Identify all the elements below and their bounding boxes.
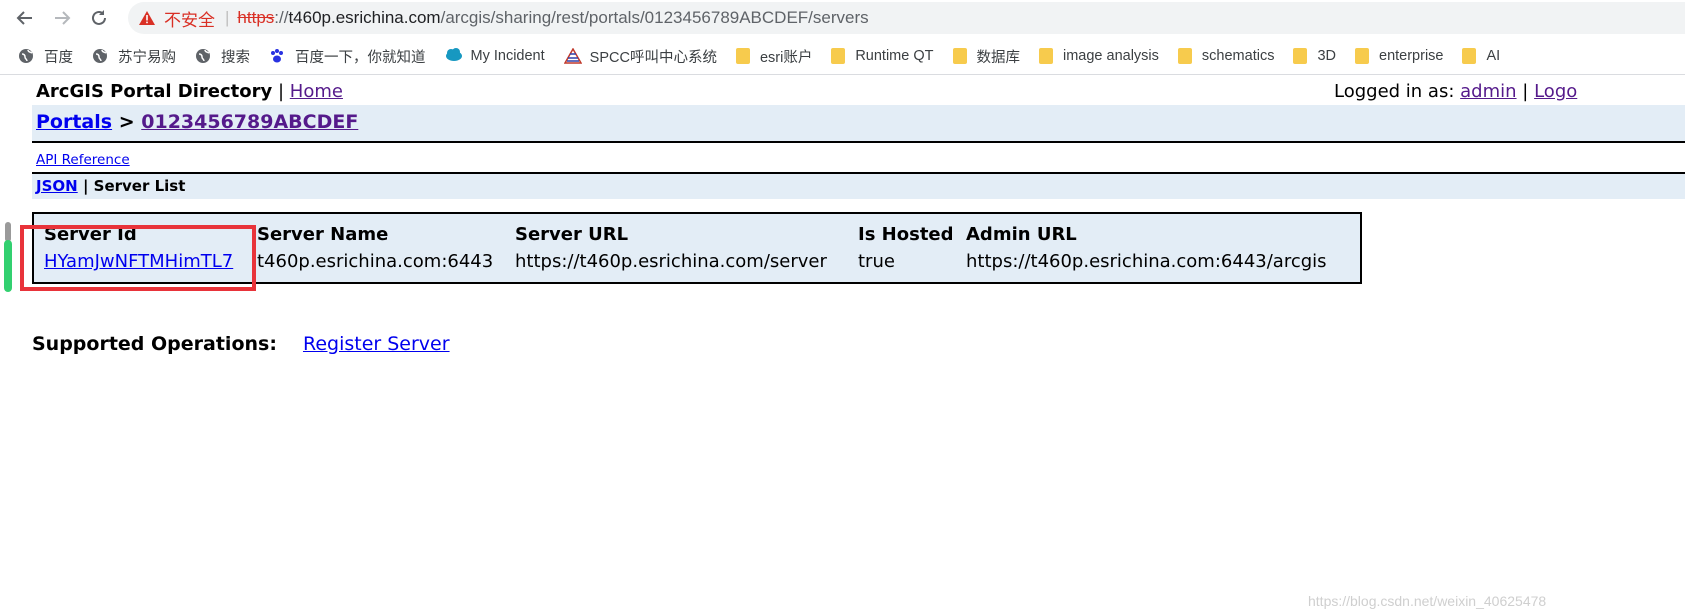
folder-icon [1462,48,1477,64]
reload-button[interactable] [87,6,111,30]
salesforce-cloud-icon [445,48,462,64]
breadcrumb-bar: Portals > 0123456789ABCDEF [32,105,1685,143]
bookmark-item[interactable]: esri账户 [735,46,813,67]
supported-operations: Supported Operations: Register Server [32,333,450,355]
bookmark-label: image analysis [1063,48,1159,64]
globe-icon [92,48,108,64]
bookmark-label: SPCC呼叫中心系统 [589,49,717,66]
folder-icon [1177,48,1192,64]
json-link[interactable]: JSON [36,177,78,195]
globe-icon [195,48,211,64]
header-server-name: Server Name [257,224,389,245]
spcc-logo-icon [563,47,582,64]
back-arrow-icon [16,11,32,25]
bookmark-label: My Incident [470,48,545,64]
section-title: Server List [93,177,186,195]
back-button[interactable] [13,6,37,30]
bookmark-label: esri账户 [759,49,813,66]
folder-icon [1293,48,1308,64]
baidu-paw-icon [269,48,285,64]
bookmark-label: 数据库 [976,49,1021,66]
globe-icon [18,48,34,64]
browser-toolbar: 不安全 | https://t460p.esrichina.com/arcgis… [0,0,1685,36]
admin-url-cell: https://t460p.esrichina.com:6443/arcgis [966,251,1327,272]
scroll-indicator-track [5,222,11,242]
forward-arrow-icon [55,11,71,25]
bookmark-label: AI [1486,48,1501,64]
bookmark-label: Runtime QT [855,48,934,64]
logged-in-label: Logged in as: [1334,81,1455,102]
folder-icon [952,48,967,64]
url-host: t460p.esrichina.com [288,8,441,27]
logout-link[interactable]: Logo [1534,81,1577,102]
header-separator: | [277,81,285,102]
breadcrumb: Portals > 0123456789ABCDEF [36,111,358,133]
folder-icon [831,48,846,64]
scroll-indicator[interactable] [4,222,12,292]
url-scheme-sep: :// [274,8,289,27]
format-separator: | [82,177,89,195]
bookmarks-bar: 百度 苏宁易购 搜索 百度一下，你就知道 My Incident SPCC呼叫中心系统 es… [0,38,1685,75]
folder-icon [1039,48,1053,64]
bookmark-item[interactable]: AI [1462,48,1500,64]
bookmark-item[interactable]: My Incident [445,48,545,64]
directory-title: ArcGIS Portal Directory [36,81,273,102]
breadcrumb-portal-id[interactable]: 0123456789ABCDEF [141,111,358,133]
user-link[interactable]: admin [1460,81,1516,102]
address-separator: | [225,8,230,27]
bookmark-label: enterprise [1379,48,1444,64]
breadcrumb-arrow: > [118,111,135,133]
login-info: Logged in as: admin | Logo [1334,81,1577,102]
api-reference-link[interactable]: API Reference [36,152,130,168]
format-bar: JSON | Server List [32,172,1685,199]
bookmark-label: 3D [1317,48,1336,64]
bookmark-item[interactable]: 数据库 [952,46,1021,67]
address-bar[interactable]: 不安全 | https://t460p.esrichina.com/arcgis… [128,2,1685,34]
bookmark-label: 百度 [44,49,73,66]
server-url-cell: https://t460p.esrichina.com/server [515,251,827,272]
format-row: JSON | Server List [36,177,185,195]
bookmark-label: 搜索 [221,49,250,66]
bookmark-item[interactable]: 搜索 [195,46,250,67]
bookmark-label: 百度一下，你就知道 [295,49,426,66]
folder-icon [1355,48,1369,64]
reload-icon [92,10,106,25]
supported-operations-label: Supported Operations: [32,333,277,355]
login-separator: | [1522,81,1529,102]
header-server-url: Server URL [515,224,629,245]
server-name-cell: t460p.esrichina.com:6443 [257,251,494,272]
bookmark-item[interactable]: SPCC呼叫中心系统 [563,46,717,67]
bookmark-item[interactable]: 苏宁易购 [92,46,176,67]
url-path: /arcgis/sharing/rest/portals/0123456789A… [440,8,869,27]
watermark: https://blog.csdn.net/weixin_40625478 [1308,593,1547,609]
is-hosted-cell: true [858,251,895,272]
bookmark-label: schematics [1201,48,1275,64]
header-is-hosted: Is Hosted [858,224,954,245]
header-admin-url: Admin URL [966,224,1077,245]
url-scheme: https [237,8,275,27]
highlight-box [20,225,256,291]
folder-icon [735,48,750,64]
home-link[interactable]: Home [290,81,343,102]
breadcrumb-portals[interactable]: Portals [36,111,112,133]
warning-triangle-icon [138,9,156,27]
bookmark-item[interactable]: 3D [1293,48,1336,64]
bookmark-item[interactable]: 百度 [18,46,73,67]
not-secure-label[interactable]: 不安全 [164,6,215,31]
bookmark-label: 苏宁易购 [118,49,176,66]
page-content: ArcGIS Portal Directory | Home Logged in… [0,75,1685,609]
bookmark-item[interactable]: 百度一下，你就知道 [269,46,426,67]
scroll-indicator-thumb [4,240,12,292]
bookmark-item[interactable]: enterprise [1355,48,1443,64]
directory-header: ArcGIS Portal Directory | Home [36,81,343,102]
bookmark-item[interactable]: schematics [1177,48,1275,64]
register-server-link[interactable]: Register Server [303,333,450,355]
bookmark-item[interactable]: Runtime QT [831,48,934,64]
bookmark-item[interactable]: image analysis [1039,48,1159,64]
forward-button[interactable] [50,6,74,30]
